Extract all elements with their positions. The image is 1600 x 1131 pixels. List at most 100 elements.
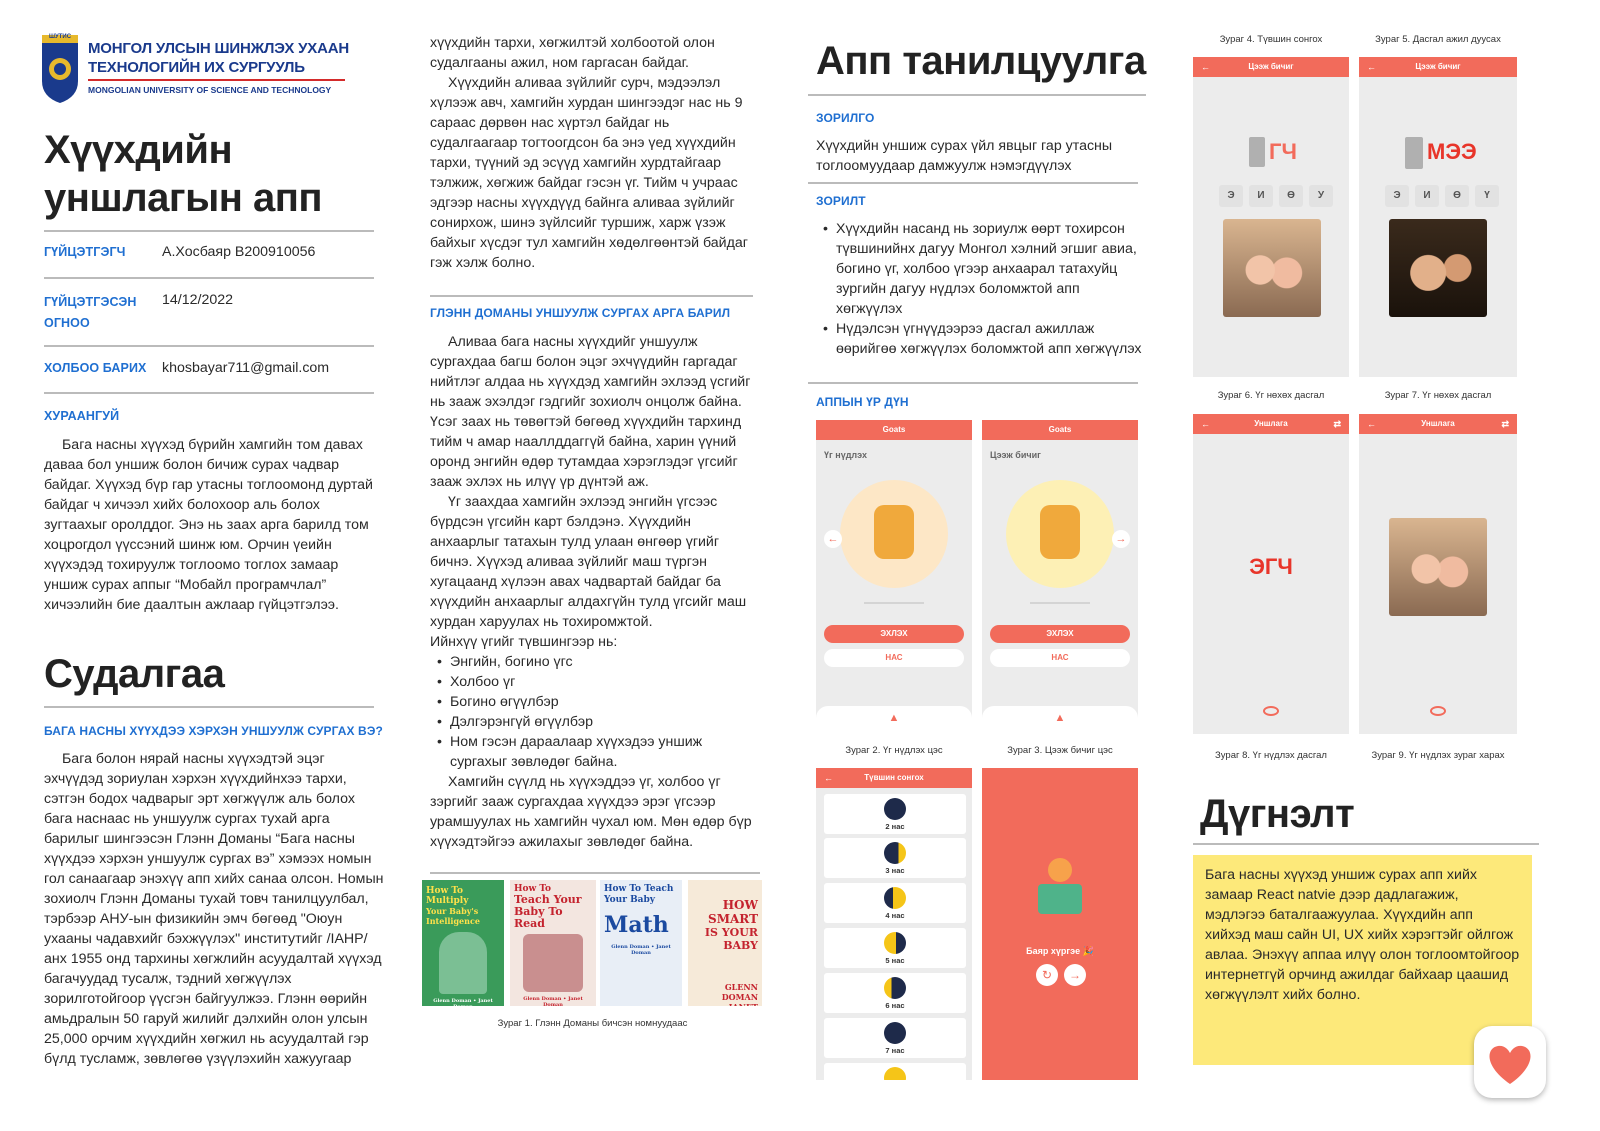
- heart-icon[interactable]: [1474, 1026, 1546, 1098]
- podium-icon: [1038, 884, 1082, 914]
- vowel-buttons: ЭИӨҮ: [1385, 185, 1505, 207]
- age-button[interactable]: НАС: [824, 649, 964, 667]
- back-arrow-icon[interactable]: ←: [824, 768, 833, 788]
- book-cover-4: HOW SMART IS YOUR BABY GLENN DOMAN JANET…: [688, 880, 762, 1006]
- level-card[interactable]: 4 нас: [824, 883, 966, 923]
- start-button[interactable]: ЭХЛЭХ: [824, 625, 964, 643]
- vowel-button[interactable]: Ү: [1475, 185, 1499, 207]
- bottom-nav: ▲: [816, 706, 972, 730]
- dog-icon[interactable]: ▲: [1055, 712, 1066, 724]
- screen-topbar: ← Цээж бичиг: [1193, 57, 1349, 77]
- start-button[interactable]: ЭХЛЭХ: [990, 625, 1130, 643]
- figure-caption-7: Зураг 7. Үг нөхөх дасгал: [1384, 390, 1492, 401]
- level-card[interactable]: 2 нас: [824, 794, 966, 834]
- divider: [430, 872, 760, 874]
- divider: [808, 94, 1146, 96]
- retry-icon[interactable]: ↻: [1036, 964, 1058, 986]
- book-author: Glenn Doman • Janet Doman: [611, 944, 671, 956]
- app-heading: Апп танилцуулга: [816, 39, 1146, 83]
- back-arrow-icon[interactable]: ←: [1201, 57, 1210, 77]
- page-title-line2: уншлагын апп: [44, 176, 323, 220]
- next-arrow-icon[interactable]: →: [1112, 530, 1130, 548]
- level-card[interactable]: 7 нас: [824, 1018, 966, 1058]
- shuffle-icon[interactable]: ⇄: [1501, 414, 1509, 434]
- figure-caption-3: Зураг 3. Цээж бичиг цэс: [1007, 745, 1113, 756]
- page-indicator: [1030, 602, 1090, 604]
- divider: [808, 382, 1138, 384]
- level-label: 5 нас: [885, 956, 905, 965]
- moon-icon: [884, 932, 906, 954]
- divider: [44, 230, 374, 232]
- vowel-button[interactable]: Ө: [1279, 185, 1303, 207]
- figure-caption-9: Зураг 9. Үг нүдлэх зураг харах: [1371, 750, 1505, 761]
- conclusion-text: Бага насны хүүхэд уншиж сурах апп хийх з…: [1205, 867, 1520, 1003]
- screen-title: Цээж бичиг: [1415, 62, 1461, 71]
- next-icon[interactable]: →: [1064, 964, 1086, 986]
- research-p7: Хамгийн сүүлд нь хүүхэддээ үг, холбоо үг…: [430, 774, 752, 850]
- screen-title: Уншлага: [1254, 419, 1288, 428]
- screen-topbar: Goats: [982, 420, 1138, 440]
- level-card[interactable]: [824, 1063, 966, 1080]
- prev-arrow-icon[interactable]: ←: [824, 530, 842, 548]
- book-author: GLENN DOMAN JANET DOMAN: [721, 982, 758, 1006]
- divider: [1193, 843, 1539, 845]
- university-name-mn-2: ТЕХНОЛОГИЙН ИХ СУРГУУЛЬ: [88, 59, 305, 76]
- level-card[interactable]: 5 нас: [824, 928, 966, 968]
- blank-slot[interactable]: [1405, 137, 1423, 169]
- app-screen-dictation-menu: Goats Цээж бичиг → ЭХЛЭХ НАС ▲: [982, 420, 1138, 730]
- logo-red-line: [88, 79, 345, 81]
- book-subtitle: Math: [604, 912, 669, 938]
- back-arrow-icon[interactable]: ←: [1367, 414, 1376, 434]
- abstract-paragraph: Бага насны хүүхэд бүрийн хамгийн том дав…: [44, 437, 373, 613]
- research-column-2b: Аливаа бага насны хүүхдийг уншуулж сурга…: [430, 332, 755, 852]
- university-name-mn-1: МОНГОЛ УЛСЫН ШИНЖЛЭХ УХААН: [88, 40, 349, 57]
- page-title-line1: Хүүхдийн: [44, 128, 233, 172]
- shuffle-icon[interactable]: ⇄: [1333, 414, 1341, 434]
- level-card[interactable]: 6 нас: [824, 973, 966, 1013]
- vowel-button[interactable]: Э: [1385, 185, 1409, 207]
- screen-title: Түвшин сонгох: [864, 773, 924, 782]
- levels-list: Энгийн, богино үгс Холбоо үг Богино өгүү…: [430, 652, 755, 772]
- eye-icon[interactable]: [1263, 706, 1279, 716]
- level-card[interactable]: 3 нас: [824, 838, 966, 878]
- app-screen-fill-word-1: ← Цээж бичиг ГЧ ЭИӨУ: [1193, 57, 1349, 377]
- book-title: How To Multiply: [426, 886, 469, 906]
- vowel-button[interactable]: Ө: [1445, 185, 1469, 207]
- vowel-button[interactable]: Э: [1219, 185, 1243, 207]
- trophy-illustration: [1022, 858, 1098, 918]
- list-item: Нүдэлсэн үгнүүдээрээ дасгал ажиллаж өөри…: [816, 319, 1146, 359]
- goal-label: ЗОРИЛГО: [816, 111, 875, 125]
- moon-icon: [884, 977, 906, 999]
- app-screen-level-select: ← Түвшин сонгох 2 нас 3 нас 4 нас 5 нас 6…: [816, 768, 972, 1080]
- abstract-heading: ХУРААНГУЙ: [44, 409, 120, 423]
- back-arrow-icon[interactable]: ←: [1367, 57, 1376, 77]
- age-button[interactable]: НАС: [990, 649, 1130, 667]
- book-cover-1: How To Multiply Your Baby's Intelligence…: [422, 880, 504, 1006]
- back-arrow-icon[interactable]: ←: [1201, 414, 1210, 434]
- screen-topbar: ← Цээж бичиг: [1359, 57, 1517, 77]
- logo-text: ШУТИС: [48, 34, 72, 40]
- children-photo: [1223, 219, 1321, 317]
- book-title: HOW SMART: [708, 898, 758, 926]
- eye-icon[interactable]: [1430, 706, 1446, 716]
- figure-caption-4: Зураг 4. Түвшин сонгох: [1219, 34, 1323, 45]
- meta-author-value: А.Хосбаяр B200910056: [162, 244, 316, 260]
- vowel-button[interactable]: И: [1249, 185, 1273, 207]
- research-column-2: хүүхдийн тархи, хөгжилтэй холбоотой олон…: [430, 33, 755, 273]
- meta-contact-value[interactable]: khosbayar711@gmail.com: [162, 358, 329, 378]
- screen-topbar: ← Түвшин сонгох: [816, 768, 972, 788]
- blank-slot[interactable]: [1249, 137, 1265, 167]
- vowel-button[interactable]: У: [1309, 185, 1333, 207]
- divider: [430, 295, 753, 297]
- conclusion-heading: Дүгнэлт: [1200, 792, 1355, 836]
- research-heading: Судалгаа: [44, 652, 225, 696]
- meta-date-label: ГҮЙЦЭТГЭСЭН ОГНОО: [44, 295, 137, 330]
- dog-icon[interactable]: ▲: [889, 712, 900, 724]
- congrats-text: Баяр хүргэе 🎉: [1026, 946, 1094, 956]
- vowel-button[interactable]: И: [1415, 185, 1439, 207]
- pancake-mascot-icon: [874, 505, 914, 559]
- screen-topbar: Goats: [816, 420, 972, 440]
- research-p2: хүүхдийн тархи, хөгжилтэй холбоотой олон…: [430, 35, 715, 71]
- results-label: АППЫН ҮР ДҮН: [816, 395, 909, 409]
- pancake-mascot-icon: [1040, 505, 1080, 559]
